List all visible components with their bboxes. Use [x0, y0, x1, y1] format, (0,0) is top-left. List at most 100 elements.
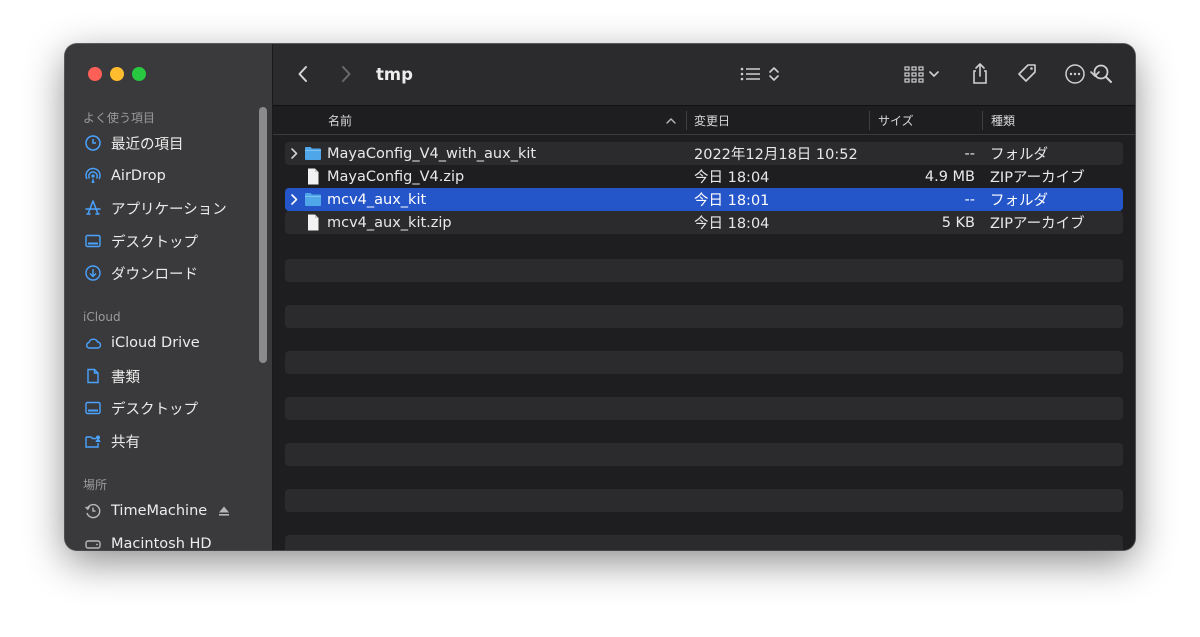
document-file-icon	[308, 168, 319, 185]
sidebar-item-label: iCloud Drive	[111, 335, 200, 351]
tag-button[interactable]	[1015, 62, 1039, 86]
empty-row	[285, 489, 1123, 512]
table-row[interactable]: mcv4_aux_kit.zip 今日 18:04 5 KB ZIPアーカイブ	[285, 211, 1123, 234]
forward-button[interactable]	[339, 62, 353, 86]
document-file-icon	[308, 214, 319, 231]
finder-window: よく使う項目 最近の項目 AirDrop アプリケーション デスクトップ ダウン…	[65, 44, 1135, 550]
empty-row	[285, 351, 1123, 374]
timemachine-icon	[83, 501, 103, 521]
chevron-down-icon	[929, 71, 939, 77]
disclosure-chevron-icon[interactable]	[289, 147, 299, 160]
group-button[interactable]	[903, 62, 940, 86]
disclosure-chevron-icon[interactable]	[289, 193, 299, 206]
empty-row	[285, 397, 1123, 420]
sidebar-item-label: TimeMachine	[111, 503, 208, 519]
desktop-icon	[83, 398, 103, 418]
sidebar-item-macintosh-hd[interactable]: Macintosh HD	[83, 532, 258, 550]
folder-icon	[305, 147, 321, 160]
column-size[interactable]: サイズ	[878, 106, 914, 134]
sidebar-item-label: 共有	[111, 434, 140, 451]
file-size: --	[964, 191, 975, 208]
applications-icon	[83, 198, 103, 218]
sidebar-scrollbar[interactable]	[259, 107, 267, 363]
sort-chevron-up-icon	[666, 118, 676, 124]
airdrop-icon	[83, 166, 103, 186]
eject-icon[interactable]	[217, 504, 231, 518]
table-row[interactable]: MayaConfig_V4.zip 今日 18:04 4.9 MB ZIPアーカ…	[285, 165, 1123, 188]
document-icon	[83, 366, 103, 386]
empty-row	[285, 305, 1123, 328]
file-name: MayaConfig_V4.zip	[327, 168, 465, 185]
table-row[interactable]: MayaConfig_V4_with_aux_kit 2022年12月18日 1…	[285, 142, 1123, 165]
sidebar-item-label: 最近の項目	[111, 136, 184, 153]
sidebar-section-icloud: iCloud	[83, 310, 121, 324]
sidebar: よく使う項目 最近の項目 AirDrop アプリケーション デスクトップ ダウン…	[65, 44, 273, 550]
sidebar-item-label: デスクトップ	[111, 234, 198, 251]
desktop-icon	[83, 231, 103, 251]
search-icon	[1093, 64, 1112, 83]
file-name: MayaConfig_V4_with_aux_kit	[327, 145, 537, 162]
file-size: 4.9 MB	[924, 168, 975, 185]
sidebar-item-label: Macintosh HD	[111, 536, 212, 550]
back-button[interactable]	[296, 62, 310, 86]
view-options-button[interactable]	[739, 62, 781, 86]
file-kind: ZIPアーカイブ	[990, 170, 1085, 186]
clock-icon	[83, 133, 103, 153]
sidebar-item-recents[interactable]: 最近の項目	[83, 131, 258, 155]
sidebar-section-locations: 場所	[83, 478, 108, 492]
window-controls	[88, 67, 146, 81]
column-name[interactable]: 名前	[328, 106, 352, 134]
search-button[interactable]	[1092, 62, 1114, 86]
close-window-button[interactable]	[88, 67, 102, 81]
file-size: --	[964, 145, 975, 162]
column-divider[interactable]	[869, 111, 870, 130]
empty-row	[285, 259, 1123, 282]
sidebar-item-icloud-desktop[interactable]: デスクトップ	[83, 396, 258, 420]
sidebar-item-label: デスクトップ	[111, 401, 198, 418]
zoom-window-button[interactable]	[132, 67, 146, 81]
column-date[interactable]: 変更日	[694, 106, 730, 134]
share-icon	[973, 63, 987, 84]
tag-icon	[1018, 64, 1036, 82]
sidebar-item-icloud-drive[interactable]: iCloud Drive	[83, 331, 258, 355]
sidebar-item-applications[interactable]: アプリケーション	[83, 196, 258, 220]
file-name: mcv4_aux_kit	[327, 191, 427, 208]
grid-icon	[904, 66, 924, 83]
empty-row	[285, 535, 1123, 550]
table-row-selected[interactable]: mcv4_aux_kit 今日 18:01 -- フォルダ	[285, 188, 1123, 211]
share-button[interactable]	[970, 62, 990, 86]
file-date: 今日 18:04	[694, 170, 770, 186]
sidebar-item-downloads[interactable]: ダウンロード	[83, 261, 258, 285]
sidebar-item-timemachine[interactable]: TimeMachine	[83, 499, 258, 523]
empty-row	[285, 443, 1123, 466]
sidebar-item-label: 書類	[111, 369, 140, 386]
toolbar: tmp	[273, 44, 1135, 106]
minimize-window-button[interactable]	[110, 67, 124, 81]
window-title: tmp	[376, 64, 413, 84]
sidebar-item-airdrop[interactable]: AirDrop	[83, 164, 258, 188]
file-date: 今日 18:04	[694, 216, 770, 232]
column-divider[interactable]	[686, 111, 687, 130]
file-date: 2022年12月18日 10:52	[694, 147, 858, 163]
sidebar-item-label: AirDrop	[111, 168, 166, 184]
disk-icon	[83, 534, 103, 550]
sidebar-item-shared[interactable]: 共有	[83, 429, 258, 453]
column-header: 名前 変更日 サイズ 種類	[273, 106, 1135, 135]
sidebar-item-label: ダウンロード	[111, 266, 198, 283]
file-date: 今日 18:01	[694, 193, 770, 209]
download-icon	[83, 263, 103, 283]
column-divider[interactable]	[982, 111, 983, 130]
file-kind: フォルダ	[990, 147, 1048, 163]
file-name: mcv4_aux_kit.zip	[327, 214, 452, 231]
column-kind[interactable]: 種類	[991, 106, 1015, 134]
main-pane: tmp 名前 変更日 サイズ 種類 MayaConfig_V4_with_aux…	[273, 44, 1135, 550]
sidebar-item-documents[interactable]: 書類	[83, 364, 258, 388]
more-icon	[1065, 64, 1085, 84]
sidebar-item-label: アプリケーション	[111, 201, 227, 218]
file-size: 5 KB	[941, 214, 975, 231]
file-kind: フォルダ	[990, 193, 1048, 209]
sidebar-item-desktop[interactable]: デスクトップ	[83, 229, 258, 253]
updown-chevron-icon	[769, 67, 779, 81]
chevron-right-icon	[342, 66, 351, 82]
chevron-left-icon	[298, 66, 307, 82]
